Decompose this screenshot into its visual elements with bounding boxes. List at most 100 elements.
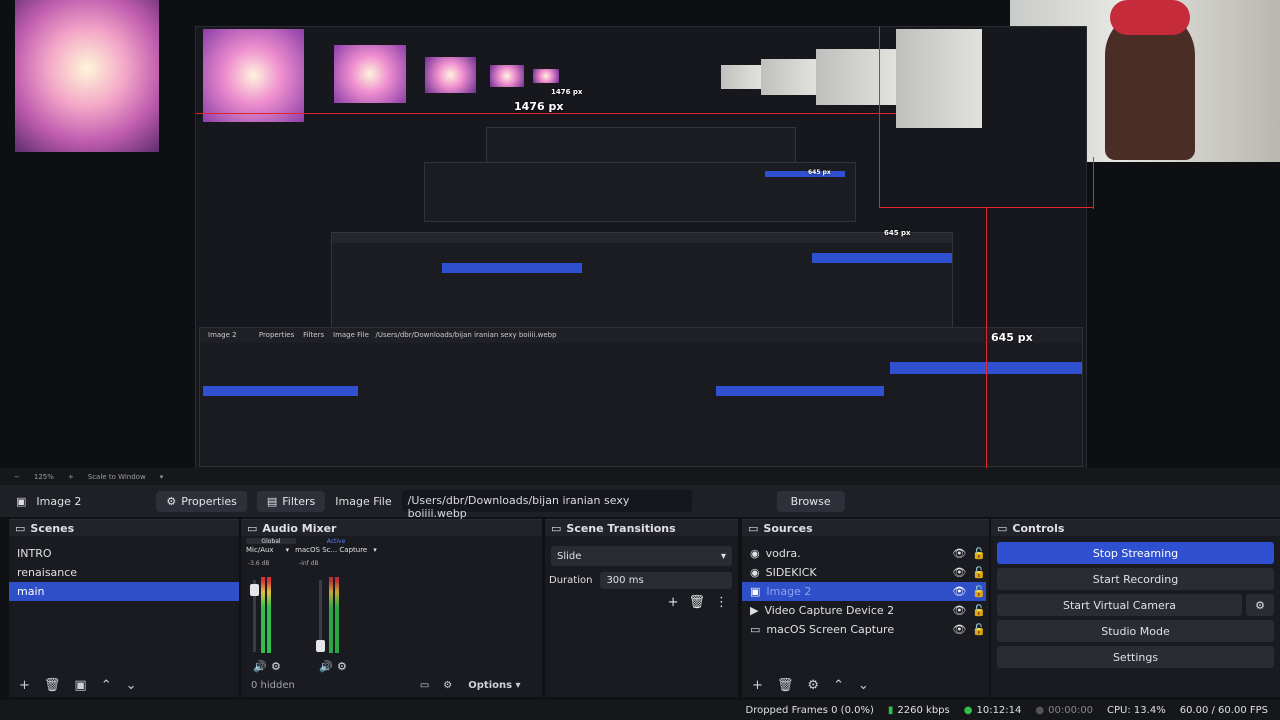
- sources-title: Sources: [763, 522, 813, 535]
- mic-settings-icon[interactable]: ⚙: [271, 660, 281, 673]
- move-up-icon[interactable]: ⌃: [101, 678, 112, 693]
- dock-icon: ▭: [748, 522, 759, 535]
- scale-dropdown-icon[interactable]: ▾: [160, 473, 164, 481]
- settings-button[interactable]: Settings: [997, 646, 1274, 668]
- remove-scene-icon[interactable]: 🗑: [44, 678, 61, 693]
- scene-item-renaisance[interactable]: renaisance: [9, 563, 239, 582]
- desktop-db: -inf dB: [299, 560, 319, 567]
- eye-icon[interactable]: 👁: [952, 623, 966, 636]
- zoom-out-icon[interactable]: −: [14, 473, 20, 481]
- options-button[interactable]: Options ▾: [468, 680, 520, 691]
- eye-slash-icon[interactable]: 👁: [952, 585, 966, 598]
- lock-icon[interactable]: 🔓: [972, 566, 986, 579]
- status-bar: Dropped Frames 0 (0.0%) ▮ 2260 kbps ● 10…: [0, 700, 1280, 720]
- start-virtual-camera-button[interactable]: Start Virtual Camera: [997, 594, 1242, 616]
- tab-active[interactable]: Active: [296, 538, 376, 545]
- scale-mode[interactable]: Scale to Window: [88, 473, 146, 481]
- audio-mixer-dock: ▭ Audio Mixer Global Active Mic/Aux ▾ macO…: [241, 519, 542, 697]
- move-up-icon[interactable]: ⌃: [833, 678, 844, 693]
- scene-filter-icon[interactable]: ▣: [74, 678, 86, 693]
- mic-speaker-icon[interactable]: 🔊: [253, 660, 267, 673]
- source-item[interactable]: ◉ SIDEKICK 👁 🔓: [742, 563, 986, 582]
- source-item[interactable]: ▶ Video Capture Device 2 👁 🔓: [742, 601, 986, 620]
- image-file-label: Image File: [335, 494, 392, 508]
- guide-label-4: 645 px: [884, 229, 911, 237]
- fps: 60.00 / 60.00 FPS: [1179, 704, 1268, 716]
- hidden-count: 0 hidden: [251, 679, 295, 691]
- add-scene-icon[interactable]: +: [19, 678, 30, 693]
- browser-source-icon: ◉: [750, 566, 760, 579]
- guide-line-v1: [879, 27, 880, 207]
- nested-camera-3: [761, 59, 816, 95]
- lock-icon[interactable]: 🔓: [972, 604, 986, 617]
- filter-icon: ▤: [266, 494, 278, 508]
- controls-title: Controls: [1012, 522, 1065, 535]
- remove-source-icon[interactable]: 🗑: [777, 678, 794, 693]
- scene-item-main[interactable]: main: [9, 582, 239, 601]
- preview-area[interactable]: Image 2 Properties Filters Image File /U…: [0, 0, 1280, 468]
- mic-slider-handle[interactable]: [250, 584, 259, 596]
- properties-button[interactable]: ⚙ Properties: [156, 490, 247, 512]
- guide-label-2: 1476 px: [551, 88, 583, 96]
- mixer-layout-icon[interactable]: ▭: [420, 680, 429, 691]
- move-down-icon[interactable]: ⌄: [858, 678, 869, 693]
- lock-icon[interactable]: 🔓: [972, 547, 986, 560]
- nested-image-5: [533, 69, 559, 83]
- duration-input[interactable]: 300 ms: [600, 572, 732, 589]
- more-icon[interactable]: ⋮: [715, 595, 728, 610]
- start-recording-button[interactable]: Start Recording: [997, 568, 1274, 590]
- source-settings-icon[interactable]: ⚙: [807, 678, 819, 693]
- desktop-slider-handle[interactable]: [316, 640, 325, 652]
- nested-obs-main: Image 2 Properties Filters Image File /U…: [199, 327, 1083, 467]
- cpu-usage: CPU: 13.4%: [1107, 704, 1166, 716]
- scene-transitions-dock: ▭ Scene Transitions Slide ▾ Duration 300 m…: [545, 519, 738, 697]
- eye-icon[interactable]: 👁: [952, 604, 966, 617]
- mixer-settings-icon[interactable]: ⚙: [443, 680, 452, 691]
- scene-item-intro[interactable]: INTRO: [9, 544, 239, 563]
- eye-icon[interactable]: 👁: [952, 566, 966, 579]
- virtual-camera-settings-icon[interactable]: ⚙: [1246, 594, 1274, 616]
- source-item[interactable]: ◉ vodra. 👁 🔓: [742, 544, 986, 563]
- remove-transition-icon[interactable]: 🗑: [688, 595, 705, 610]
- image-source-icon: ▣: [16, 494, 27, 508]
- transition-select[interactable]: Slide ▾: [551, 546, 732, 566]
- duration-label: Duration: [549, 575, 593, 586]
- zoom-level: 125%: [33, 472, 54, 481]
- guide-line-h1: [196, 113, 896, 114]
- lock-icon[interactable]: 🔓: [972, 585, 986, 598]
- record-time: 00:00:00: [1048, 704, 1094, 716]
- source-item[interactable]: ▭ macOS Screen Capture 👁 🔓: [742, 620, 986, 639]
- audio-mixer-title: Audio Mixer: [262, 522, 337, 535]
- controls-dock: ▭ Controls Stop Streaming Start Recording…: [991, 519, 1280, 697]
- nested-image-1: [203, 29, 304, 122]
- source-toolbar: ▣ Image 2 ⚙ Properties ▤ Filters Image Fil…: [0, 485, 1280, 520]
- tab-global[interactable]: Global: [246, 538, 296, 545]
- mic-channel-name: Mic/Aux: [246, 546, 274, 554]
- studio-mode-button[interactable]: Studio Mode: [997, 620, 1274, 642]
- dock-icon: ▭: [247, 522, 258, 535]
- signal-icon: ▮: [887, 704, 894, 716]
- desktop-speaker-icon[interactable]: 🔊: [319, 660, 333, 673]
- add-source-icon[interactable]: +: [752, 678, 763, 693]
- nested-image-3: [425, 57, 476, 93]
- dropped-frames: Dropped Frames 0 (0.0%): [745, 704, 874, 716]
- source-item-selected[interactable]: ▣ Image 2 👁 🔓: [742, 582, 986, 601]
- add-transition-icon[interactable]: +: [668, 595, 679, 610]
- desktop-settings-icon[interactable]: ⚙: [337, 660, 347, 673]
- guide-line-v3: [1093, 157, 1094, 209]
- image-file-path[interactable]: /Users/dbr/Downloads/bijan iranian sexy …: [401, 490, 692, 520]
- nested-obs-3: [486, 127, 796, 163]
- lock-icon[interactable]: 🔓: [972, 623, 986, 636]
- move-down-icon[interactable]: ⌄: [126, 678, 137, 693]
- browse-button[interactable]: Browse: [776, 490, 845, 512]
- image-icon: ▣: [750, 585, 761, 598]
- zoom-in-icon[interactable]: +: [68, 473, 74, 481]
- stop-streaming-button[interactable]: Stop Streaming: [997, 542, 1274, 564]
- guide-label-1: 1476 px: [514, 100, 564, 113]
- dock-icon: ▭: [551, 522, 562, 535]
- filters-button[interactable]: ▤ Filters: [256, 490, 326, 512]
- nested-camera-1: [896, 29, 982, 128]
- current-source-name: Image 2: [36, 494, 82, 508]
- guide-label-5: 645 px: [808, 169, 831, 176]
- eye-icon[interactable]: 👁: [952, 547, 966, 560]
